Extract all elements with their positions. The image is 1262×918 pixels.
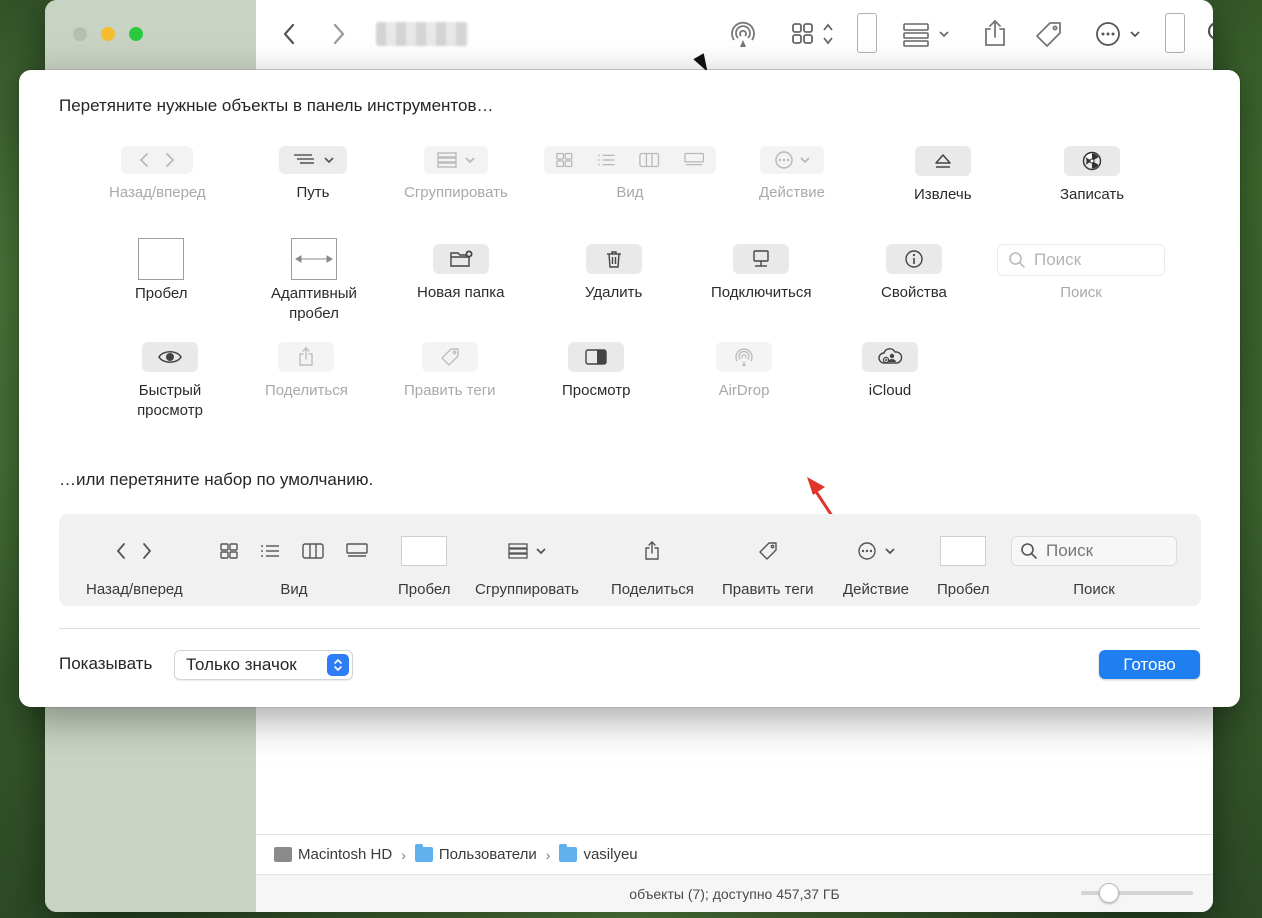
default-item-group: Сгруппировать	[475, 530, 579, 600]
path-crumb-macintosh-hd[interactable]: Macintosh HD	[274, 846, 392, 863]
path-icon	[279, 146, 347, 174]
burn-icon	[1064, 146, 1121, 176]
default-item-share: Поделиться	[611, 530, 694, 600]
icon-size-slider[interactable]	[1081, 883, 1193, 903]
path-separator: ›	[401, 846, 406, 863]
default-item-tags: Править теги	[722, 530, 814, 600]
quick-look-icon	[142, 342, 198, 372]
palette-item-flexible-space[interactable]: Адаптивный пробел	[266, 238, 362, 324]
palette-item-view[interactable]: Вид	[544, 146, 716, 203]
palette-item-path[interactable]: Путь	[279, 146, 347, 203]
view-grid-icon[interactable]	[791, 20, 837, 48]
palette-item-connect[interactable]: Подключиться	[711, 244, 811, 303]
default-item-action: Действие	[843, 530, 909, 600]
palette-item-new-folder[interactable]: Новая папка	[417, 244, 504, 303]
action-icon	[759, 146, 824, 174]
palette-item-search[interactable]: Поиск Поиск	[997, 244, 1165, 303]
slider-knob[interactable]	[1099, 883, 1119, 903]
default-item-view: Вид	[220, 530, 368, 600]
preview-pane-icon	[568, 342, 625, 372]
search-field-preview: Поиск	[997, 244, 1165, 276]
palette-item-tags[interactable]: Править теги	[404, 342, 496, 401]
palette-item-group[interactable]: Сгруппировать	[404, 146, 508, 203]
divider	[59, 628, 1200, 629]
action-icon	[857, 530, 895, 572]
group-icon	[423, 146, 488, 174]
palette-item-space[interactable]: Пробел	[135, 238, 188, 304]
default-item-back-forward: Назад/вперед	[86, 530, 183, 600]
search-field-preview: Поиск	[1011, 536, 1177, 566]
done-button[interactable]: Готово	[1099, 650, 1200, 679]
search-icon	[1021, 543, 1037, 559]
airdrop-icon[interactable]	[728, 20, 758, 48]
space-icon	[940, 536, 987, 566]
home-folder-icon	[559, 844, 578, 862]
space-icon	[138, 238, 185, 280]
finder-toolbar	[256, 0, 1213, 70]
group-icon[interactable]	[902, 20, 954, 48]
window-title-blurred	[376, 22, 468, 46]
palette-item-eject[interactable]: Извлечь	[914, 146, 972, 205]
default-item-space: Пробел	[398, 530, 451, 600]
default-item-search: Поиск Поиск	[1011, 530, 1177, 600]
path-bar: Macintosh HD › Пользователи › vasilyeu	[256, 834, 1213, 874]
hard-drive-icon	[274, 847, 292, 862]
palette-item-action[interactable]: Действие	[759, 146, 825, 203]
tag-icon	[758, 530, 778, 572]
path-separator: ›	[545, 846, 551, 863]
share-icon	[278, 342, 335, 372]
tag-icon[interactable]	[1034, 20, 1064, 48]
default-set-title: …или перетяните набор по умолчанию.	[59, 470, 374, 489]
show-mode-select[interactable]: Только значок	[174, 650, 353, 680]
new-folder-icon	[432, 244, 489, 274]
back-icon[interactable]	[282, 22, 296, 46]
forward-icon[interactable]	[332, 22, 346, 46]
tag-icon	[421, 342, 478, 372]
back-forward-icon	[121, 146, 194, 174]
zoom-window-button[interactable]	[129, 27, 143, 41]
toolbar-space-slot	[857, 13, 877, 53]
default-toolbar-set[interactable]: Назад/вперед Вид Пробел Сгруппировать По…	[59, 514, 1201, 606]
eject-icon	[914, 146, 971, 176]
status-bar: объекты (7); доступно 457,37 ГБ	[256, 874, 1213, 912]
path-crumb-home[interactable]: vasilyeu	[559, 844, 638, 863]
palette-item-preview[interactable]: Просмотр	[562, 342, 631, 401]
chevron-up-down-icon	[327, 654, 349, 676]
show-label: Показывать	[59, 654, 153, 673]
close-window-button[interactable]	[73, 27, 87, 41]
palette-item-share[interactable]: Поделиться	[265, 342, 348, 401]
palette-item-icloud[interactable]: iCloud	[862, 342, 918, 401]
search-icon[interactable]	[1206, 20, 1213, 48]
status-text: объекты (7); доступно 457,37 ГБ	[629, 885, 840, 902]
airdrop-icon	[716, 342, 772, 372]
palette-item-info[interactable]: Свойства	[881, 244, 947, 303]
icloud-icon	[862, 342, 918, 372]
connect-icon	[733, 244, 790, 274]
trash-icon	[585, 244, 642, 274]
minimize-window-button[interactable]	[101, 27, 115, 41]
path-crumb-users[interactable]: Пользователи	[414, 844, 537, 863]
default-item-space-2: Пробел	[937, 530, 990, 600]
palette-item-quick-look[interactable]: Быстрый просмотр	[125, 342, 215, 421]
view-icon	[544, 146, 716, 174]
toolbar-space-slot-2	[1165, 13, 1185, 53]
palette-item-airdrop[interactable]: AirDrop	[716, 342, 772, 401]
share-icon	[644, 530, 660, 572]
customize-toolbar-sheet: Перетяните нужные объекты в панель инстр…	[19, 70, 1240, 707]
search-icon	[1009, 252, 1025, 268]
view-icon	[220, 530, 368, 572]
group-icon	[508, 530, 546, 572]
share-icon[interactable]	[982, 18, 1008, 48]
palette-item-back-forward[interactable]: Назад/вперед	[109, 146, 206, 203]
flexible-space-icon	[291, 238, 337, 280]
action-icon[interactable]	[1095, 20, 1143, 48]
folder-icon	[414, 844, 433, 862]
palette-item-burn[interactable]: Записать	[1060, 146, 1124, 205]
palette-item-delete[interactable]: Удалить	[585, 244, 642, 303]
sheet-title: Перетяните нужные объекты в панель инстр…	[59, 96, 494, 115]
back-forward-icon	[116, 530, 152, 572]
space-icon	[401, 536, 448, 566]
info-icon	[885, 244, 942, 274]
